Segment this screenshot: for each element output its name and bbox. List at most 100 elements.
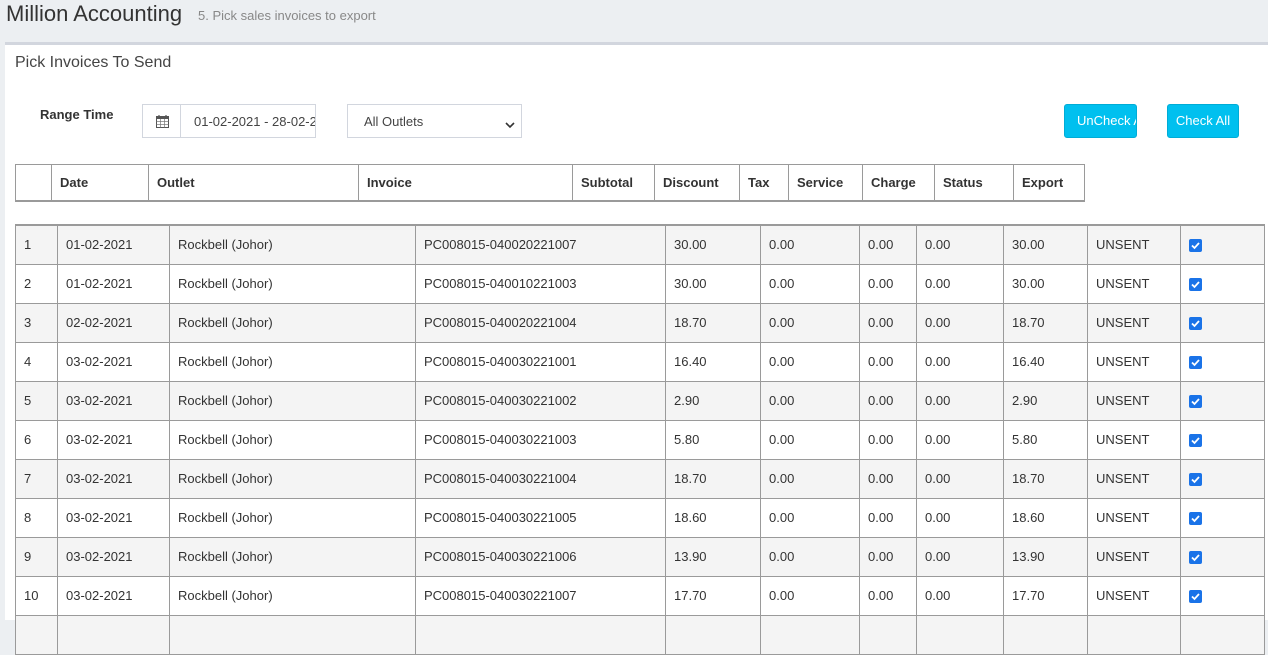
export-cell [1180, 497, 1265, 538]
tax-cell: 0.00 [859, 419, 917, 460]
export-cell [1180, 575, 1265, 616]
tax-cell: 0.00 [859, 497, 917, 538]
subtotal-cell: 17.70 [665, 575, 761, 616]
checkbox-checked-icon[interactable] [1189, 239, 1202, 253]
table-row: 1 01-02-2021 Rockbell (Johor) PC008015-0400… [15, 224, 1265, 265]
charge-cell: 30.00 [1003, 224, 1088, 265]
subtotal-cell: 13.90 [665, 536, 761, 577]
tax-cell: 0.00 [859, 575, 917, 616]
uncheck-all-button[interactable]: UnCheck All [1064, 104, 1137, 138]
export-cell [1180, 341, 1265, 382]
export-header: Export [1013, 164, 1085, 201]
export-cell [1180, 419, 1265, 460]
date-cell: 03-02-2021 [57, 341, 170, 382]
table-row: 8 03-02-2021 Rockbell (Johor) PC008015-0400… [15, 497, 1265, 538]
app-title: Million Accounting [6, 1, 183, 26]
row-number-cell: 5 [15, 380, 58, 421]
service-cell [916, 614, 1004, 655]
invoice-cell: PC008015-040030221002 [415, 380, 666, 421]
outlet-select[interactable]: All Outlets [347, 104, 522, 138]
service-cell: 0.00 [916, 497, 1004, 538]
row-number-cell [15, 614, 58, 655]
discount-cell: 0.00 [760, 380, 860, 421]
checkbox-checked-icon[interactable] [1189, 356, 1202, 370]
service-cell: 0.00 [916, 341, 1004, 382]
subtotal-cell: 16.40 [665, 341, 761, 382]
row-number-cell: 4 [15, 341, 58, 382]
invoice-cell: PC008015-040030221006 [415, 536, 666, 577]
date-range-picker[interactable] [142, 104, 316, 138]
charge-cell: 18.70 [1003, 302, 1088, 343]
invoice-cell: PC008015-040030221003 [415, 419, 666, 460]
outlet-cell: Rockbell (Johor) [169, 341, 416, 382]
row-number-cell: 3 [15, 302, 58, 343]
tax-cell [859, 614, 917, 655]
date-cell: 03-02-2021 [57, 380, 170, 421]
outlet-cell: Rockbell (Johor) [169, 419, 416, 460]
table-row [15, 614, 1265, 655]
row-number-header [15, 164, 52, 201]
outlet-header: Outlet [148, 164, 359, 201]
export-cell [1180, 380, 1265, 421]
checkbox-checked-icon[interactable] [1189, 278, 1202, 292]
invoice-cell: PC008015-040030221005 [415, 497, 666, 538]
status-cell: UNSENT [1087, 341, 1181, 382]
service-cell: 0.00 [916, 419, 1004, 460]
export-cell [1180, 458, 1265, 499]
subtotal-cell: 18.70 [665, 458, 761, 499]
tax-cell: 0.00 [859, 458, 917, 499]
charge-cell: 13.90 [1003, 536, 1088, 577]
tax-cell: 0.00 [859, 302, 917, 343]
date-range-input[interactable] [182, 105, 315, 137]
service-cell: 0.00 [916, 380, 1004, 421]
checkbox-checked-icon[interactable] [1189, 317, 1202, 331]
invoice-table: 1 01-02-2021 Rockbell (Johor) PC008015-0400… [15, 224, 1265, 655]
invoice-panel: Pick Invoices To Send Range Time All Out… [5, 42, 1268, 655]
outlet-cell: Rockbell (Johor) [169, 575, 416, 616]
date-cell: 03-02-2021 [57, 458, 170, 499]
subtotal-cell: 18.70 [665, 302, 761, 343]
tax-cell: 0.00 [859, 341, 917, 382]
outlet-cell: Rockbell (Johor) [169, 263, 416, 304]
date-cell: 03-02-2021 [57, 497, 170, 538]
table-row: 9 03-02-2021 Rockbell (Johor) PC008015-0400… [15, 536, 1265, 577]
discount-cell: 0.00 [760, 341, 860, 382]
outlet-cell: Rockbell (Johor) [169, 497, 416, 538]
status-cell: UNSENT [1087, 380, 1181, 421]
subtotal-cell: 18.60 [665, 497, 761, 538]
row-number-cell: 10 [15, 575, 58, 616]
status-cell: UNSENT [1087, 419, 1181, 460]
charge-cell: 2.90 [1003, 380, 1088, 421]
outlet-cell [169, 614, 416, 655]
charge-header: Charge [862, 164, 935, 201]
invoice-header: Invoice [358, 164, 573, 201]
panel-title: Pick Invoices To Send [15, 54, 172, 71]
calendar-addon[interactable] [143, 105, 181, 137]
invoice-cell: PC008015-040030221007 [415, 575, 666, 616]
date-cell [57, 614, 170, 655]
tax-cell: 0.00 [859, 536, 917, 577]
chevron-down-icon [505, 116, 515, 134]
charge-cell: 17.70 [1003, 575, 1088, 616]
export-cell [1180, 263, 1265, 304]
table-row: 10 03-02-2021 Rockbell (Johor) PC008015-040… [15, 575, 1265, 616]
table-row: 2 01-02-2021 Rockbell (Johor) PC008015-0400… [15, 263, 1265, 304]
row-number-cell: 2 [15, 263, 58, 304]
discount-cell [760, 614, 860, 655]
charge-cell [1003, 614, 1088, 655]
checkbox-checked-icon[interactable] [1189, 590, 1202, 604]
subtotal-cell: 2.90 [665, 380, 761, 421]
row-number-cell: 7 [15, 458, 58, 499]
checkbox-checked-icon[interactable] [1189, 434, 1202, 448]
check-all-button[interactable]: Check All [1167, 104, 1239, 138]
checkbox-checked-icon[interactable] [1189, 512, 1202, 526]
checkbox-checked-icon[interactable] [1189, 551, 1202, 565]
subtotal-cell [665, 614, 761, 655]
discount-cell: 0.00 [760, 536, 860, 577]
outlet-cell: Rockbell (Johor) [169, 302, 416, 343]
service-cell: 0.00 [916, 263, 1004, 304]
charge-cell: 18.70 [1003, 458, 1088, 499]
checkbox-checked-icon[interactable] [1189, 395, 1202, 409]
invoice-cell: PC008015-040030221001 [415, 341, 666, 382]
checkbox-checked-icon[interactable] [1189, 473, 1202, 487]
